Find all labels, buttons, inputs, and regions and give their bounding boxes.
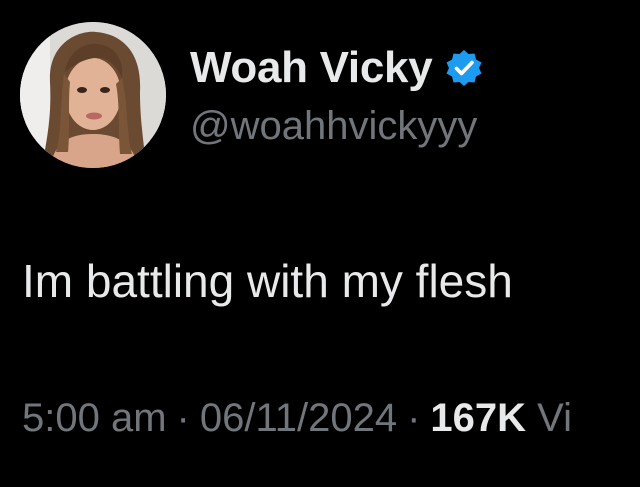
tweet-text: Im battling with my flesh — [22, 255, 513, 307]
handle[interactable]: @woahhvickyyy — [190, 104, 477, 149]
avatar[interactable] — [20, 22, 166, 168]
verified-badge-icon[interactable] — [444, 48, 484, 88]
views-label: Vi — [537, 396, 573, 440]
display-name[interactable]: Woah Vicky — [190, 43, 433, 93]
views-count[interactable]: 167K — [430, 396, 526, 440]
separator: · — [176, 396, 190, 440]
separator: · — [407, 396, 421, 440]
profile-photo-icon — [20, 22, 166, 168]
tweet-date[interactable]: 06/11/2024 — [200, 396, 397, 440]
author-name-row: Woah Vicky — [190, 40, 484, 96]
tweet-meta: 5:00 am · 06/11/2024 · 167K Vi — [22, 396, 572, 441]
tweet-card: Woah Vicky @woahhvickyyy Im battling wit… — [0, 0, 640, 487]
tweet-time[interactable]: 5:00 am — [22, 396, 167, 440]
